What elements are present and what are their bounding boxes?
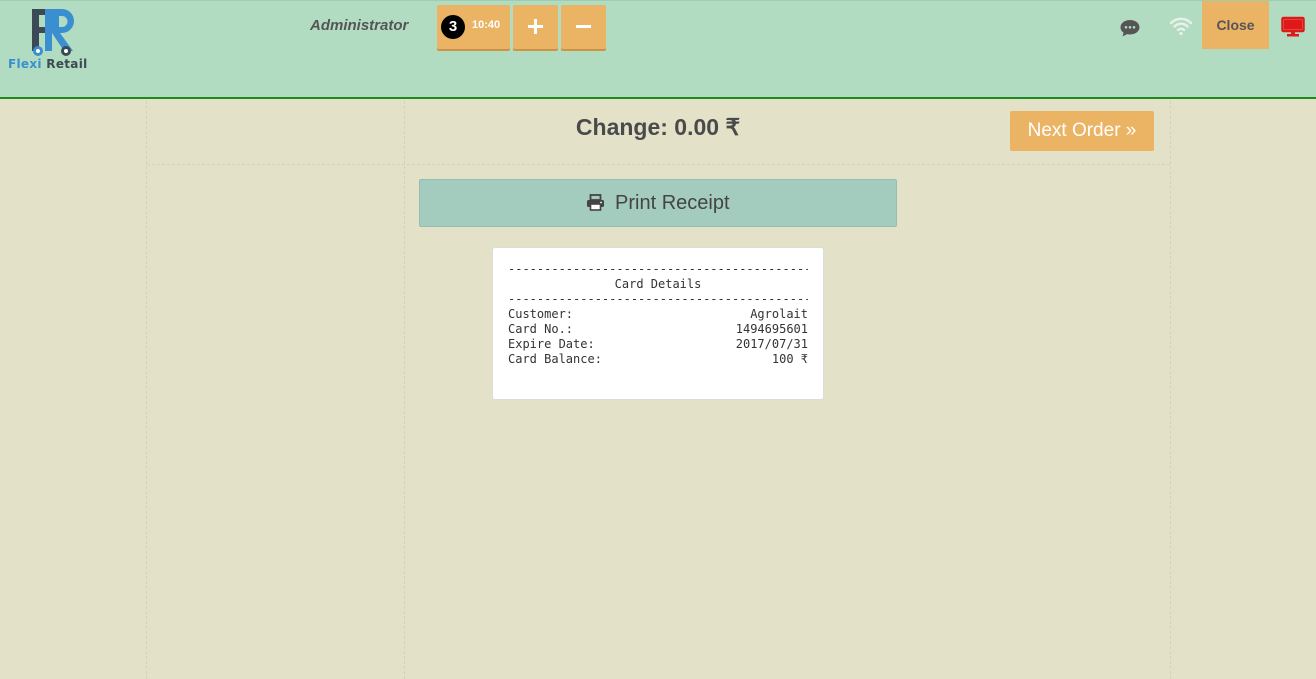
top-bar: Flexi Retail Administrator 3 10:40 Close xyxy=(0,0,1316,99)
receipt-row-card-no: Card No.: 1494695601 xyxy=(508,322,808,337)
logo-word-retail: Retail xyxy=(46,57,88,71)
receipt-label: Customer: xyxy=(508,307,574,321)
receipt-label: Card No.: xyxy=(508,322,574,336)
print-receipt-label: Print Receipt xyxy=(615,192,730,214)
logo-word-flexi: Flexi xyxy=(8,57,42,71)
layout-guide-right xyxy=(1170,101,1171,679)
layout-guide-horizontal xyxy=(147,164,1170,165)
receipt-value: 100 ₹ xyxy=(771,352,808,366)
logo-wordmark: Flexi Retail xyxy=(8,57,88,71)
remove-order-button[interactable] xyxy=(561,5,606,49)
receipt-value: 2017/07/31 xyxy=(735,337,808,351)
chat-bubble-icon[interactable] xyxy=(1119,18,1141,38)
order-time: 10:40 xyxy=(472,19,501,31)
monitor-icon[interactable] xyxy=(1281,16,1305,38)
receipt-row-customer: Customer: Agrolait xyxy=(508,307,808,322)
receipt-row-expire-date: Expire Date: 2017/07/31 xyxy=(508,337,808,352)
printer-icon xyxy=(587,194,605,211)
wifi-icon xyxy=(1169,17,1193,36)
receipt-row-card-balance: Card Balance: 100 ₹ xyxy=(508,352,808,367)
receipt-rule-bottom: ----------------------------------------… xyxy=(508,292,808,306)
receipt-label: Expire Date: xyxy=(508,337,595,351)
order-selector-button[interactable]: 3 10:40 xyxy=(437,5,510,49)
receipt-label: Card Balance: xyxy=(508,352,602,366)
next-order-button[interactable]: Next Order » xyxy=(1010,111,1154,151)
add-order-button[interactable] xyxy=(513,5,558,49)
logo-mark-icon xyxy=(32,9,74,56)
order-number-badge: 3 xyxy=(441,15,465,39)
flexi-retail-logo: Flexi Retail xyxy=(6,7,102,75)
print-receipt-button[interactable]: Print Receipt xyxy=(419,179,897,227)
receipt-rule-top: ----------------------------------------… xyxy=(508,262,808,276)
layout-guide-left xyxy=(146,101,147,679)
receipt-value: 1494695601 xyxy=(735,322,808,336)
layout-guide-center xyxy=(404,101,405,679)
receipt-preview: ----------------------------------------… xyxy=(492,247,824,400)
receipt-title: Card Details xyxy=(614,277,702,291)
close-button[interactable]: Close xyxy=(1202,1,1269,49)
current-user-name[interactable]: Administrator xyxy=(310,17,408,34)
receipt-value: Agrolait xyxy=(750,307,808,321)
